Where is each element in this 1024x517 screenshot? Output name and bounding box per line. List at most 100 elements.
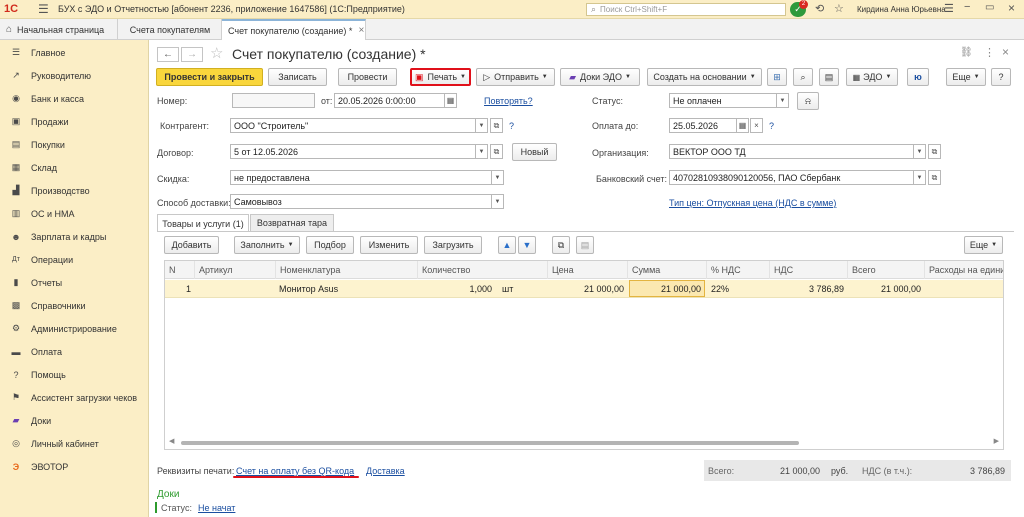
edo-status-icon[interactable]: ю <box>907 68 929 86</box>
paste-icon[interactable]: ▤ <box>576 236 594 254</box>
counterparty-help-icon[interactable]: ? <box>509 121 514 131</box>
col-item[interactable]: Номенклатура <box>276 261 418 279</box>
col-n[interactable]: N <box>165 261 195 279</box>
sidebar-item-bank[interactable]: ◉ Банк и касса <box>0 87 149 110</box>
sidebar-item-operations[interactable]: Дт Операции <box>0 248 149 271</box>
maximize-icon[interactable]: ▭ <box>985 2 994 13</box>
number-field[interactable] <box>232 93 315 108</box>
new-contract-button[interactable]: Новый <box>512 143 557 161</box>
cell-sum[interactable]: 21 000,00 <box>629 280 705 297</box>
create-based-on-button[interactable]: Создать на основании ▼ <box>647 68 762 86</box>
sidebar-item-evotor[interactable]: Э ЭВОТОР <box>0 455 149 478</box>
open-icon[interactable]: ⧉ <box>928 144 941 159</box>
discount-field[interactable]: не предоставлена <box>230 170 492 185</box>
close-icon[interactable]: × <box>1008 1 1015 15</box>
subtab-goods[interactable]: Товары и услуги (1) <box>157 214 249 232</box>
bank-account-field[interactable]: 40702810938090120056, ПАО Сбербанк <box>669 170 914 185</box>
more-actions-icon[interactable]: ⋮ <box>984 46 995 59</box>
star-icon[interactable]: ☆ <box>834 3 844 15</box>
global-search-input[interactable]: ⌕ Поиск Ctrl+Shift+F <box>586 3 786 16</box>
col-total[interactable]: Всего <box>848 261 925 279</box>
sidebar-item-receipts-assistant[interactable]: ⚑ Ассистент загрузки чеков <box>0 386 149 409</box>
col-vat-rate[interactable]: % НДС <box>707 261 770 279</box>
open-icon[interactable]: ⧉ <box>490 144 503 159</box>
add-row-button[interactable]: Добавить <box>164 236 219 254</box>
print-form-link[interactable]: Счет на оплату без QR-кода <box>236 466 354 476</box>
forward-button[interactable]: → <box>181 47 203 62</box>
sidebar-item-salary[interactable]: ☻ Зарплата и кадры <box>0 225 149 248</box>
change-button[interactable]: Изменить <box>360 236 418 254</box>
tab-home[interactable]: ⌂ Начальная страница <box>0 19 118 40</box>
horizontal-scrollbar[interactable]: ◀ ▶ <box>169 437 999 447</box>
chevron-down-icon[interactable]: ▼ <box>491 170 504 185</box>
sidebar-item-manager[interactable]: ↗ Руководителю <box>0 64 149 87</box>
favorite-star-icon[interactable]: ☆ <box>210 44 223 62</box>
structure-icon[interactable]: ⊞ <box>767 68 787 86</box>
tab-invoices-list[interactable]: Счета покупателям <box>119 19 222 40</box>
clear-icon[interactable]: × <box>750 118 763 133</box>
col-qty[interactable]: Количество <box>418 261 548 279</box>
scrollbar-thumb[interactable] <box>181 441 799 445</box>
col-vat[interactable]: НДС <box>770 261 848 279</box>
sidebar-item-catalogs[interactable]: ▩ Справочники <box>0 294 149 317</box>
open-icon[interactable]: ⧉ <box>928 170 941 185</box>
pay-until-help-icon[interactable]: ? <box>769 121 774 131</box>
move-down-icon[interactable]: ▼ <box>518 236 536 254</box>
pay-until-field[interactable]: 25.05.2026 <box>669 118 737 133</box>
bell-icon[interactable]: ⍾ <box>797 92 819 110</box>
sidebar-item-warehouse[interactable]: ▦ Склад <box>0 156 149 179</box>
sidebar-item-doki[interactable]: ▰ Доки <box>0 409 149 432</box>
sidebar-item-reports[interactable]: ▮ Отчеты <box>0 271 149 294</box>
help-button[interactable]: ? <box>991 68 1011 86</box>
sidebar-item-production[interactable]: ▟ Производство <box>0 179 149 202</box>
col-expenses[interactable]: Расходы на едини <box>925 261 1003 279</box>
move-up-icon[interactable]: ▲ <box>498 236 516 254</box>
form-close-icon[interactable]: × <box>1002 45 1009 59</box>
attachment-icon[interactable]: ⌕ <box>793 68 813 86</box>
report-list-icon[interactable]: ▤ <box>819 68 839 86</box>
col-price[interactable]: Цена <box>548 261 628 279</box>
settings-icon[interactable]: ☰ <box>944 3 954 15</box>
menu-icon[interactable]: ☰ <box>38 3 49 15</box>
sidebar-item-purchases[interactable]: ▤ Покупки <box>0 133 149 156</box>
delivery-link[interactable]: Доставка <box>366 466 405 476</box>
chevron-down-icon[interactable]: ▼ <box>776 93 789 108</box>
send-button[interactable]: ▷ Отправить ▼ <box>476 68 555 86</box>
status-select[interactable]: Не оплачен <box>669 93 777 108</box>
save-button[interactable]: Записать <box>268 68 327 86</box>
more-button[interactable]: Еще ▼ <box>946 68 986 86</box>
counterparty-field[interactable]: ООО "Строитель" <box>230 118 476 133</box>
org-field[interactable]: ВЕКТОР ООО ТД <box>669 144 914 159</box>
edo-button[interactable]: ▦ ЭДО ▼ <box>846 68 898 86</box>
chevron-down-icon[interactable]: ▼ <box>913 144 926 159</box>
post-button[interactable]: Провести <box>338 68 397 86</box>
tab-close-icon[interactable]: × <box>358 25 364 36</box>
sidebar-item-help[interactable]: ? Помощь <box>0 363 149 386</box>
delivery-field[interactable]: Самовывоз <box>230 194 492 209</box>
docs-status-link[interactable]: Не начат <box>198 503 235 513</box>
chevron-down-icon[interactable]: ▼ <box>491 194 504 209</box>
open-icon[interactable]: ⧉ <box>490 118 503 133</box>
docs-edo-button[interactable]: ▰ Доки ЭДО ▼ <box>560 68 640 86</box>
history-icon[interactable]: ⟲ <box>815 3 824 15</box>
table-row[interactable]: 1 Монитор Asus 1,000 шт 21 000,00 21 000… <box>165 280 1003 298</box>
price-type-link[interactable]: Тип цен: Отпускная цена (НДС в сумме) <box>669 198 836 208</box>
print-button[interactable]: ▣ Печать ▼ <box>410 68 471 86</box>
scroll-left-icon[interactable]: ◀ <box>169 437 174 445</box>
col-article[interactable]: Артикул <box>195 261 276 279</box>
sidebar-item-main[interactable]: ☰ Главное <box>0 41 149 64</box>
sidebar-item-payment[interactable]: ▬ Оплата <box>0 340 149 363</box>
table-more-button[interactable]: Еще ▼ <box>964 236 1003 254</box>
scroll-right-icon[interactable]: ▶ <box>994 437 999 445</box>
date-field[interactable]: 20.05.2026 0:00:00 <box>334 93 445 108</box>
sidebar-item-account[interactable]: ◎ Личный кабинет <box>0 432 149 455</box>
chevron-down-icon[interactable]: ▼ <box>475 118 488 133</box>
post-and-close-button[interactable]: Провести и закрыть <box>156 68 263 86</box>
chevron-down-icon[interactable]: ▼ <box>913 170 926 185</box>
copy-icon[interactable]: ⧉ <box>552 236 570 254</box>
col-sum[interactable]: Сумма <box>628 261 707 279</box>
calendar-icon[interactable]: ▦ <box>444 93 457 108</box>
repeat-link[interactable]: Повторять? <box>484 96 533 106</box>
link-icon[interactable]: ⛓ <box>960 47 973 58</box>
back-button[interactable]: ← <box>157 47 179 62</box>
